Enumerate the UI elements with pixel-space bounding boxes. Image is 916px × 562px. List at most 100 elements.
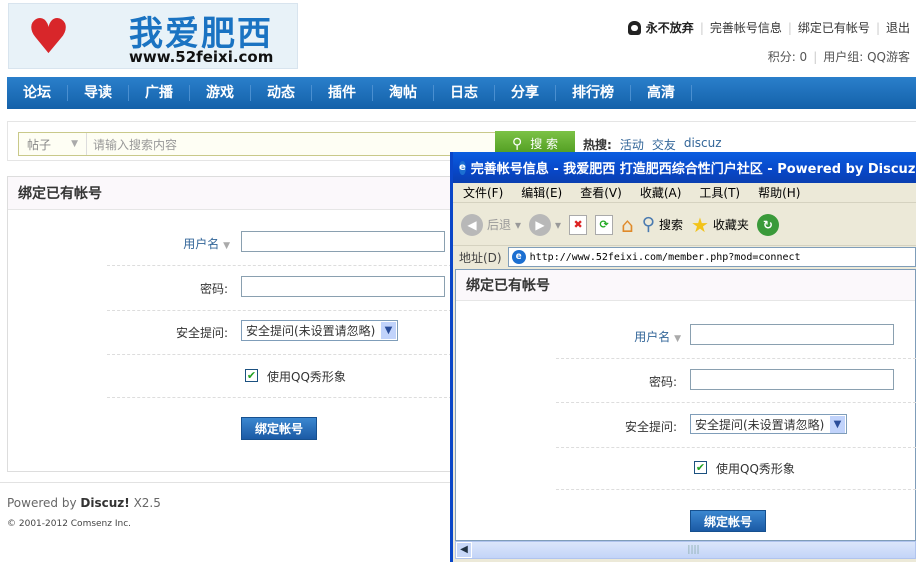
search-type-select[interactable]: 帖子 ▼ [19, 133, 87, 155]
hot-link[interactable]: discuz [684, 136, 722, 153]
popup-security-question-select[interactable]: 安全提问(未设置请忽略) ▼ [690, 414, 847, 434]
back-arrow-icon: ◀ [461, 213, 483, 236]
nav-item[interactable]: 插件 [312, 85, 373, 101]
popup-qqshow-checkbox[interactable]: ✔ [694, 461, 707, 474]
divider [556, 489, 916, 490]
heart-logo-icon: ♥ [27, 9, 71, 65]
ie-icon: e [459, 160, 466, 175]
nav-item[interactable]: 排行榜 [556, 85, 631, 101]
history-icon[interactable]: ↻ [756, 213, 779, 236]
popup-password-label: 密码: [648, 375, 677, 389]
hot-link[interactable]: 活动 [620, 136, 644, 153]
window-title: 完善帐号信息 - 我爱肥西 打造肥西综合性门户社区 - Powered by D… [470, 162, 916, 177]
scroll-left-icon[interactable]: ◀ [456, 542, 472, 558]
nav-item[interactable]: 广播 [129, 85, 190, 101]
forward-arrow-icon: ▶ [529, 213, 552, 236]
menu-file[interactable]: 文件(F) [463, 184, 503, 201]
popup-question-label: 安全提问: [624, 420, 677, 434]
nav-item[interactable]: 淘帖 [373, 85, 434, 101]
divider [556, 447, 916, 448]
home-icon[interactable]: ⌂ [621, 213, 634, 237]
select-value: 安全提问(未设置请忽略) [695, 417, 825, 432]
refresh-icon[interactable]: ⟳ [595, 214, 614, 235]
nav-item[interactable]: 动态 [251, 85, 312, 101]
search-toolbar-button[interactable]: ⚲ 搜索 [642, 214, 683, 235]
chevron-down-icon: ▼ [223, 241, 230, 251]
question-label: 安全提问: [175, 326, 228, 340]
complete-profile-link[interactable]: 完善帐号信息 [710, 19, 782, 36]
footer-divider [0, 482, 460, 483]
back-label: 后退 [487, 218, 512, 232]
address-bar: 地址(D) e http://www.52feixi.com/member.php… [453, 246, 916, 268]
hot-link[interactable]: 交友 [652, 136, 676, 153]
username-link[interactable]: 永不放弃 [646, 19, 694, 36]
nav-item[interactable]: 日志 [434, 85, 495, 101]
popup-content: 绑定已有帐号 用户名 ▼ 密码: 安全提问: 安全提问(未设置请忽略) ▼ ✔ 使… [455, 269, 916, 541]
qqshow-checkbox[interactable]: ✔ [245, 369, 258, 382]
nav-item[interactable]: 导读 [68, 85, 129, 101]
divider [107, 310, 452, 311]
search-button-label: 搜 索 [530, 137, 559, 151]
hot-label: 热搜: [583, 138, 612, 152]
favorites-button[interactable]: ★ 收藏夹 [691, 213, 749, 237]
popup-password-input[interactable] [690, 369, 894, 390]
bind-account-button[interactable]: 绑定帐号 [241, 417, 317, 440]
search-type-label: 帖子 [27, 137, 52, 152]
username-label[interactable]: 用户名 ▼ [150, 235, 230, 252]
qqshow-label: 使用QQ秀形象 [267, 370, 346, 384]
horizontal-scrollbar[interactable]: ◀ |||| [455, 541, 916, 559]
powered-text: Powered by [7, 496, 77, 510]
popup-username-label[interactable]: 用户名 ▼ [596, 328, 681, 345]
bind-account-link[interactable]: 绑定已有帐号 [798, 19, 870, 36]
menu-tools[interactable]: 工具(T) [699, 184, 740, 201]
window-titlebar[interactable]: e 完善帐号信息 - 我爱肥西 打造肥西综合性门户社区 - Powered by … [453, 152, 916, 183]
divider [107, 397, 452, 398]
discuz-link[interactable]: Discuz! [80, 496, 129, 510]
copyright: © 2001-2012 Comsenz Inc. [7, 519, 132, 529]
user-links: 永不放弃 | 完善帐号信息 | 绑定已有帐号 | 退出 [627, 19, 910, 36]
search-input[interactable]: 请输入搜索内容 [87, 136, 177, 153]
security-question-select[interactable]: 安全提问(未设置请忽略) ▼ [241, 320, 398, 341]
password-label: 密码: [199, 282, 228, 296]
hot-searches: 热搜: 活动 交友 discuz [583, 136, 722, 153]
panel-title: 绑定已有帐号 [8, 177, 466, 210]
divider [107, 265, 452, 266]
usergroup[interactable]: 用户组: QQ游客 [823, 50, 910, 64]
user-info: 积分: 0 | 用户组: QQ游客 [767, 50, 910, 64]
menu-favorites[interactable]: 收藏(A) [640, 184, 682, 201]
search-bar: 帖子 ▼ 请输入搜索内容 [18, 132, 496, 156]
address-label: 地址(D) [459, 250, 502, 265]
menu-help[interactable]: 帮助(H) [758, 184, 800, 201]
nav-item[interactable]: 分享 [495, 85, 556, 101]
nav-item[interactable]: 高清 [631, 85, 692, 101]
stop-icon[interactable]: ✖ [569, 214, 588, 235]
scroll-thumb-grip-icon[interactable]: |||| [472, 545, 915, 555]
popup-bind-account-button[interactable]: 绑定帐号 [690, 510, 766, 532]
nav-item[interactable]: 游戏 [190, 85, 251, 101]
divider [556, 358, 916, 359]
popup-username-input[interactable] [690, 324, 894, 345]
logout-link[interactable]: 退出 [886, 19, 910, 36]
search-label: 搜索 [658, 218, 683, 232]
points[interactable]: 积分: 0 [768, 50, 808, 64]
search-icon: ⚲ [511, 135, 523, 152]
menu-edit[interactable]: 编辑(E) [521, 184, 562, 201]
powered-by: Powered by Discuz! X2.5 [7, 496, 161, 510]
back-button[interactable]: ◀ 后退 ▾ [461, 213, 521, 236]
menu-view[interactable]: 查看(V) [580, 184, 622, 201]
bind-account-panel: 绑定已有帐号 [7, 176, 467, 472]
nav-item[interactable]: 论坛 [7, 85, 68, 101]
favorites-label: 收藏夹 [712, 218, 749, 232]
password-input[interactable] [241, 276, 445, 297]
url-input[interactable]: e http://www.52feixi.com/member.php?mod=c… [507, 247, 916, 267]
browser-popup-window: e 完善帐号信息 - 我爱肥西 打造肥西综合性门户社区 - Powered by … [450, 152, 916, 562]
forward-button[interactable]: ▶ ▾ [529, 213, 561, 236]
url-text: http://www.52feixi.com/member.php?mod=co… [529, 251, 801, 263]
chevron-down-icon: ▼ [71, 139, 78, 149]
chevron-down-icon: ▼ [674, 334, 681, 344]
username-input[interactable] [241, 231, 445, 252]
menu-bar: 文件(F) 编辑(E) 查看(V) 收藏(A) 工具(T) 帮助(H) [453, 183, 916, 203]
username-label-text: 用户名 [634, 330, 671, 344]
site-logo[interactable]: ♥ 我爱肥西 www.52feixi.com [8, 3, 298, 69]
star-icon: ★ [690, 212, 709, 237]
